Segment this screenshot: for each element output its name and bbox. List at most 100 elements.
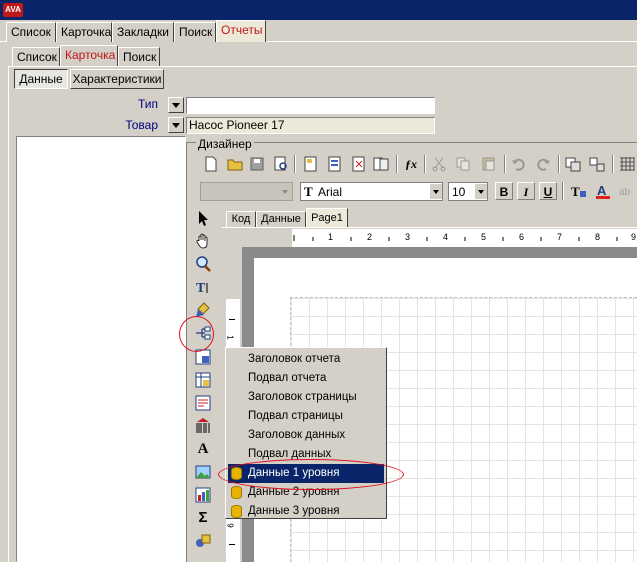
group-icon[interactable] <box>564 155 582 173</box>
redo-icon[interactable] <box>534 155 552 173</box>
chevron-down-icon[interactable] <box>430 184 442 199</box>
svg-text:T: T <box>571 184 580 199</box>
truetype-font-icon: T <box>304 184 313 199</box>
picture-object-icon[interactable] <box>194 463 212 481</box>
database-icon <box>231 486 242 499</box>
subtab-search[interactable]: Поиск <box>118 47 160 67</box>
menu-item-subdetail-data[interactable]: Данные 3 уровня <box>228 502 384 521</box>
toolbar-separator <box>424 155 426 173</box>
select-arrow-icon[interactable] <box>194 209 212 227</box>
font-size-combo[interactable]: 10 <box>448 182 488 201</box>
svg-text:ab: ab <box>619 187 631 198</box>
menu-item-report-title[interactable]: Заголовок отчета <box>228 350 384 369</box>
tab-code[interactable]: Код <box>226 211 256 228</box>
highlight-icon[interactable]: ab <box>618 182 636 200</box>
horizontal-ruler: 1 2 3 4 5 6 7 8 9 <box>292 229 637 247</box>
menu-item-page-header[interactable]: Заголовок страницы <box>228 388 384 407</box>
tab-search[interactable]: Поиск <box>174 22 216 42</box>
font-name-value: Arial <box>318 185 343 199</box>
function-icon[interactable]: ƒx <box>402 155 420 173</box>
toolbar-separator <box>504 155 506 173</box>
ruler-mark: 9 <box>225 523 235 528</box>
chevron-down-icon <box>282 190 288 194</box>
new-report-icon[interactable] <box>202 155 220 173</box>
ruler-mark: 1 <box>225 335 235 340</box>
more-objects-icon[interactable] <box>194 532 212 550</box>
highlight-ellipse-band-tool <box>179 316 214 352</box>
menu-item-label: Заголовок отчета <box>248 353 341 365</box>
tab-page1[interactable]: Page1 <box>306 208 348 228</box>
tab-card[interactable]: Карточка <box>56 22 112 42</box>
tab-list[interactable]: Список <box>6 22 56 42</box>
font-name-combo[interactable]: T Arial <box>300 182 443 201</box>
tab-reports[interactable]: Отчеты <box>216 20 266 42</box>
memo-object-icon[interactable] <box>194 394 212 412</box>
italic-button[interactable]: I <box>517 182 535 200</box>
style-combo[interactable] <box>200 182 293 201</box>
app-logo-icon: AVA <box>3 3 23 17</box>
menu-item-label: Данные 3 уровня <box>248 505 340 517</box>
text-tool-icon[interactable]: T <box>194 278 212 296</box>
chevron-down-icon[interactable] <box>475 184 487 199</box>
new-page-icon[interactable] <box>302 155 320 173</box>
hand-icon[interactable] <box>194 232 212 250</box>
tab-bookmarks[interactable]: Закладки <box>112 22 174 42</box>
table-object-icon[interactable] <box>194 371 212 389</box>
tab-underline <box>222 227 637 228</box>
data-mode-button[interactable]: Данные <box>14 69 68 89</box>
zoom-icon[interactable] <box>194 255 212 273</box>
font-color-icon[interactable]: A <box>594 182 612 200</box>
insert-band-menu: Заголовок отчета Подвал отчета Заголовок… <box>225 347 387 519</box>
tab-data[interactable]: Данные <box>256 211 306 228</box>
ruler-tick <box>229 319 235 320</box>
label-object-icon[interactable]: A <box>194 440 212 458</box>
save-icon[interactable] <box>248 155 266 173</box>
title-bar: AVA <box>0 0 637 20</box>
copy-icon[interactable] <box>454 155 472 173</box>
barcode-icon[interactable] <box>194 417 212 435</box>
undo-icon[interactable] <box>510 155 528 173</box>
toolbar-separator <box>612 155 614 173</box>
font-settings-icon[interactable]: T <box>570 182 588 200</box>
designer-title: Дизайнер <box>196 137 254 151</box>
open-folder-icon[interactable] <box>226 155 244 173</box>
chart-object-icon[interactable] <box>194 486 212 504</box>
items-list[interactable] <box>16 136 186 562</box>
bold-button[interactable]: B <box>495 182 513 200</box>
subtab-list[interactable]: Список <box>12 47 60 67</box>
menu-item-page-footer[interactable]: Подвал страницы <box>228 407 384 426</box>
menu-item-label: Заголовок данных <box>248 429 346 441</box>
menu-item-header[interactable]: Заголовок данных <box>228 426 384 445</box>
product-dropdown-button[interactable] <box>168 117 184 133</box>
toolbar-separator <box>396 155 398 173</box>
svg-text:A: A <box>597 183 607 198</box>
subtab-card[interactable]: Карточка <box>60 45 118 67</box>
sum-icon[interactable]: Σ <box>194 509 212 527</box>
delete-page-icon[interactable] <box>350 155 368 173</box>
product-label: Товар <box>125 118 158 132</box>
ruler-ticks <box>293 235 618 241</box>
ruler-tick <box>229 544 235 545</box>
ungroup-icon[interactable] <box>588 155 606 173</box>
report-options-icon[interactable] <box>372 155 390 173</box>
underline-button[interactable]: U <box>539 182 557 200</box>
paste-icon[interactable] <box>480 155 498 173</box>
preview-icon[interactable] <box>272 155 290 173</box>
product-field[interactable]: Насос Pioneer 17 <box>186 117 435 134</box>
menu-item-label: Подвал страницы <box>248 410 343 422</box>
cut-icon[interactable] <box>430 155 448 173</box>
type-dropdown-button[interactable] <box>168 97 184 113</box>
font-size-value: 10 <box>452 185 466 199</box>
database-icon <box>231 505 242 518</box>
type-field[interactable] <box>186 97 435 114</box>
grid-icon[interactable] <box>618 155 636 173</box>
characteristics-mode-button[interactable]: Характеристики <box>70 69 164 89</box>
main-tab-bar: Список Карточка Закладки Поиск Отчеты <box>0 20 637 42</box>
page-settings-icon[interactable] <box>326 155 344 173</box>
svg-text:T: T <box>196 281 206 296</box>
highlight-ellipse-menu-item <box>218 459 404 490</box>
menu-item-label: Подвал отчета <box>248 372 327 384</box>
toolbar-separator <box>294 155 296 173</box>
toolbar-separator <box>562 182 564 200</box>
menu-item-report-summary[interactable]: Подвал отчета <box>228 369 384 388</box>
